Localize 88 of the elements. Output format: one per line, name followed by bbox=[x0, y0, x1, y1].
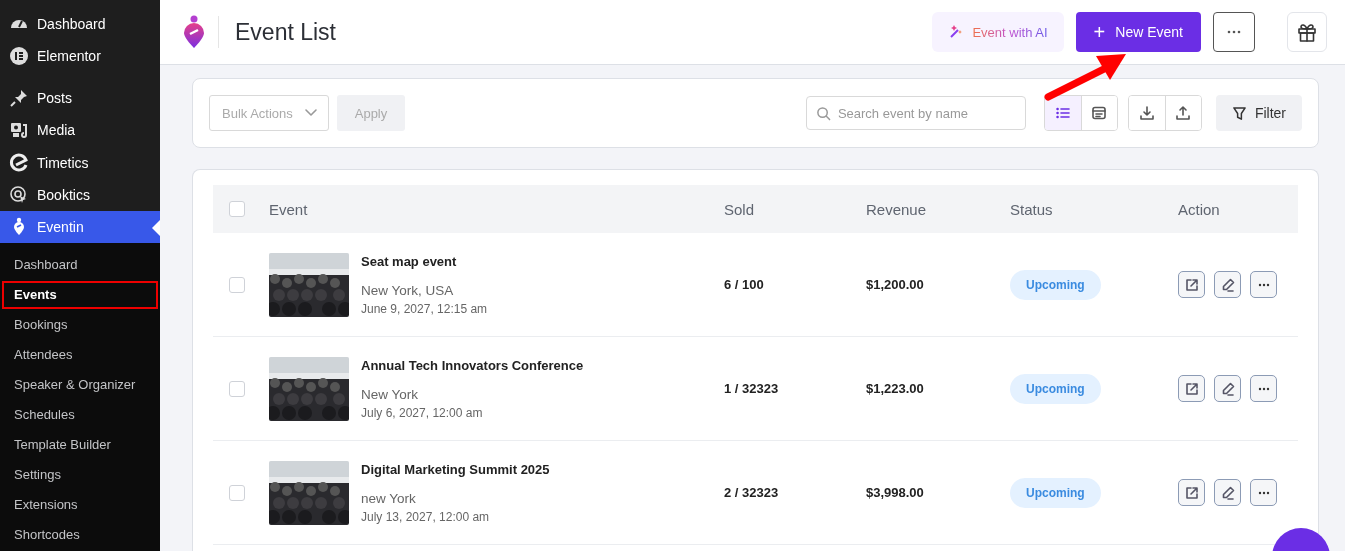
sidebar-item[interactable]: Booktics bbox=[0, 178, 160, 211]
sidebar-item[interactable]: Timetics bbox=[0, 146, 160, 179]
column-header: Status bbox=[1010, 200, 1054, 218]
status-badge: Upcoming bbox=[1010, 373, 1101, 404]
media-icon bbox=[9, 120, 29, 141]
submenu-item[interactable]: Settings bbox=[2, 461, 158, 489]
search-field[interactable]: Search event by name bbox=[805, 96, 1026, 130]
sidebar-label: Dashboard bbox=[37, 16, 106, 33]
logo-icon bbox=[182, 15, 206, 49]
sold-count: 1 / 32323 bbox=[724, 381, 780, 396]
sidebar-item[interactable]: Eventin bbox=[0, 210, 160, 243]
sold-count: 6 / 100 bbox=[724, 277, 765, 292]
status-badge: Upcoming bbox=[1010, 477, 1101, 508]
edit-button[interactable] bbox=[1214, 271, 1241, 298]
sidebar-label: Timetics bbox=[37, 154, 89, 171]
submenu-item[interactable]: Dashboard bbox=[2, 251, 158, 279]
sidebar-item[interactable]: Posts bbox=[0, 82, 160, 115]
column-header: Revenue bbox=[866, 200, 928, 218]
open-link-button[interactable] bbox=[1178, 271, 1205, 298]
row-checkbox[interactable] bbox=[229, 380, 245, 397]
upload-icon bbox=[1175, 105, 1192, 121]
select-all-checkbox[interactable] bbox=[229, 201, 245, 217]
revenue-amount: $1,223.00 bbox=[866, 381, 925, 396]
chevron-down-icon bbox=[304, 108, 318, 118]
event-location: New York, USA bbox=[361, 282, 455, 298]
submenu-item[interactable]: Speaker & Organizer bbox=[2, 371, 158, 399]
sidebar-item[interactable]: Elementor bbox=[0, 40, 160, 73]
calendar-icon bbox=[1091, 105, 1108, 121]
page-title: Event List bbox=[218, 16, 336, 48]
edit-button[interactable] bbox=[1214, 375, 1241, 402]
external-link-icon bbox=[1183, 276, 1200, 293]
column-header: Event bbox=[269, 200, 309, 218]
submenu-item[interactable]: Events bbox=[2, 281, 158, 309]
event-title[interactable]: Annual Tech Innovators Conference bbox=[361, 357, 584, 373]
filter-button[interactable]: Filter bbox=[1215, 95, 1302, 131]
external-link-icon bbox=[1183, 380, 1200, 397]
view-toggle[interactable] bbox=[1044, 96, 1081, 130]
sidebar-label: Elementor bbox=[37, 48, 101, 65]
submenu-item[interactable]: Shortcodes bbox=[2, 521, 158, 549]
open-link-button[interactable] bbox=[1178, 375, 1205, 402]
elementor-icon bbox=[9, 46, 29, 67]
column-header: Action bbox=[1178, 200, 1221, 218]
filter-icon bbox=[1231, 105, 1247, 121]
booktics-icon bbox=[9, 184, 29, 205]
revenue-amount: $1,200.00 bbox=[866, 277, 925, 292]
gift-button[interactable] bbox=[1287, 12, 1327, 52]
gift-icon bbox=[1296, 21, 1318, 43]
submenu-item[interactable]: Attendees bbox=[2, 341, 158, 369]
sidebar-label: Booktics bbox=[37, 186, 90, 203]
column-header: Sold bbox=[724, 200, 756, 218]
more-button[interactable] bbox=[1213, 12, 1255, 52]
event-date: June 9, 2027, 12:15 am bbox=[361, 301, 488, 316]
sidebar-item[interactable]: Dashboard bbox=[0, 8, 160, 41]
more-icon bbox=[1257, 282, 1270, 287]
external-link-icon bbox=[1183, 484, 1200, 501]
row-checkbox[interactable] bbox=[229, 276, 245, 293]
list-icon bbox=[1054, 105, 1071, 121]
event-title[interactable]: Digital Marketing Summit 2025 bbox=[361, 461, 550, 477]
sidebar-label: Eventin bbox=[37, 218, 84, 235]
open-link-button[interactable] bbox=[1178, 479, 1205, 506]
edit-button[interactable] bbox=[1214, 479, 1241, 506]
submenu-item[interactable]: Template Builder bbox=[2, 431, 158, 459]
revenue-amount: $3,998.00 bbox=[866, 485, 925, 500]
event-date: July 13, 2027, 12:00 am bbox=[361, 509, 491, 524]
row-checkbox[interactable] bbox=[229, 484, 245, 501]
more-icon bbox=[1257, 490, 1270, 495]
timetics-icon bbox=[9, 152, 29, 173]
sidebar-item[interactable]: Media bbox=[0, 114, 160, 147]
new-event-button[interactable]: + New Event bbox=[1075, 12, 1201, 52]
submenu-item[interactable]: Schedules bbox=[2, 401, 158, 429]
search-icon bbox=[815, 106, 831, 121]
event-date: July 6, 2027, 12:00 am bbox=[361, 405, 484, 420]
more-icon bbox=[1227, 30, 1241, 34]
event-title[interactable]: Seat map event bbox=[361, 253, 488, 269]
event-location: New York bbox=[361, 386, 420, 402]
sold-count: 2 / 32323 bbox=[724, 485, 780, 500]
more-icon bbox=[1257, 386, 1270, 391]
event-location: new York bbox=[361, 490, 417, 506]
ai-button[interactable]: Event with AI bbox=[932, 12, 1064, 52]
status-badge: Upcoming bbox=[1010, 269, 1101, 300]
sidebar-label: Media bbox=[37, 122, 76, 139]
view-toggle[interactable] bbox=[1080, 96, 1117, 130]
pin-icon bbox=[9, 88, 29, 109]
submenu-item[interactable]: Extensions bbox=[2, 491, 158, 519]
export-button[interactable] bbox=[1164, 96, 1201, 130]
submenu-item[interactable]: Bookings bbox=[2, 311, 158, 339]
download-icon bbox=[1138, 105, 1155, 121]
sidebar-label: Posts bbox=[37, 90, 72, 107]
